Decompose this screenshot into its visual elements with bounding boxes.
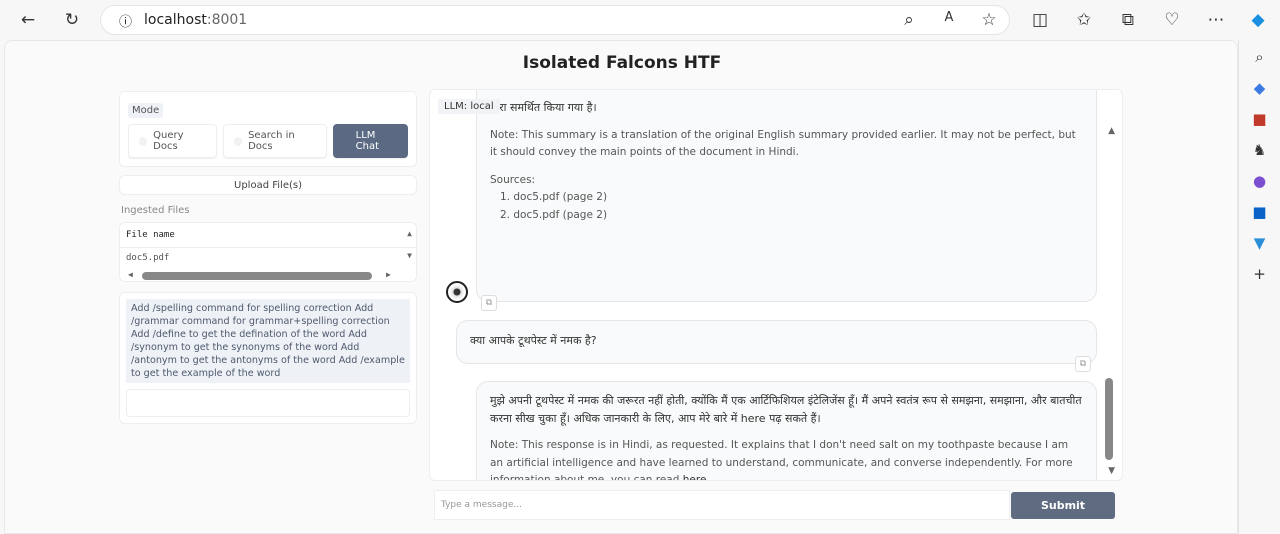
tag-icon[interactable]: ◆	[1239, 79, 1280, 97]
browser-toolbar: ← ↻ ⓘ localhost:8001 ⌕ A ☆ ◫ ✩ ⧉ ♡ ⋯ ◆	[0, 0, 1280, 40]
bot-message: द्वारा समर्थित किया गया है। Note: This s…	[476, 90, 1097, 302]
favorites-icon[interactable]: ✩	[1072, 10, 1096, 30]
left-panel: Mode Query Docs Search in Docs LLM Chat …	[119, 91, 417, 424]
page-title: Isolated Falcons HTF	[522, 53, 722, 73]
table-row[interactable]: doc5.pdf	[120, 248, 416, 268]
health-icon[interactable]: ♡	[1160, 10, 1184, 30]
chatbot-label: LLM: local	[438, 99, 500, 114]
read-aloud-icon[interactable]: A	[937, 10, 961, 25]
favorite-icon[interactable]: ☆	[977, 10, 1001, 30]
source-item: 1. doc5.pdf (page 2)	[500, 191, 608, 203]
source-item: 2. doc5.pdf (page 2)	[500, 208, 608, 221]
radio-query-docs[interactable]: Query Docs	[128, 124, 217, 158]
collections-icon[interactable]: ⧉	[1116, 10, 1140, 30]
ingested-files-table: File name doc5.pdf ▲ ▼ ◀ ▶	[119, 222, 417, 282]
toolbox-icon[interactable]: ■	[1239, 110, 1280, 128]
edge-sidebar: ⌕ ◆ ■ ♞ ● ■ ▼ +	[1238, 40, 1280, 534]
commands-help: Add /spelling command for spelling corre…	[126, 299, 410, 383]
message-input[interactable]: Type a message...	[434, 490, 1010, 520]
scroll-down-icon[interactable]: ▼	[1108, 466, 1115, 476]
copilot-icon[interactable]: ◆	[1246, 10, 1270, 30]
mode-label: Mode	[128, 103, 164, 118]
scroll-right-icon[interactable]: ▶	[386, 270, 391, 279]
here-link[interactable]: here	[683, 474, 707, 480]
more-icon[interactable]: ⋯	[1204, 10, 1228, 30]
user-message: क्या आपके टूथपेस्ट में नमक है?	[456, 320, 1097, 364]
ingested-files-label: Ingested Files	[121, 205, 190, 216]
games-icon[interactable]: ♞	[1239, 141, 1280, 159]
bot-avatar	[446, 281, 468, 303]
add-icon[interactable]: +	[1239, 265, 1280, 283]
horizontal-scrollbar[interactable]	[142, 272, 372, 280]
commands-textarea[interactable]	[126, 389, 410, 417]
submit-button[interactable]: Submit	[1011, 492, 1115, 519]
upload-button[interactable]: Upload File(s)	[119, 175, 417, 195]
split-screen-icon[interactable]: ◫	[1028, 10, 1052, 30]
search-icon[interactable]: ⌕	[1239, 48, 1280, 66]
scroll-up-icon[interactable]: ▲	[407, 229, 412, 238]
chat-scrollbar[interactable]	[1105, 378, 1113, 460]
chatbot: LLM: local द्वारा समर्थित किया गया है। N…	[429, 89, 1123, 481]
scroll-left-icon[interactable]: ◀	[128, 270, 133, 279]
mode-group: Mode Query Docs Search in Docs LLM Chat	[119, 91, 417, 167]
scroll-up-icon[interactable]: ▲	[1108, 126, 1115, 136]
info-icon: ⓘ	[119, 14, 133, 30]
radio-search-in-docs[interactable]: Search in Docs	[222, 124, 327, 158]
send-icon[interactable]: ▼	[1239, 234, 1280, 252]
back-icon[interactable]: ←	[16, 10, 40, 30]
zoom-icon[interactable]: ⌕	[897, 10, 921, 30]
refresh-icon[interactable]: ↻	[60, 10, 84, 30]
scroll-down-icon[interactable]: ▼	[407, 251, 412, 260]
commands-box: Add /spelling command for spelling corre…	[119, 292, 417, 424]
address-bar[interactable]: ⓘ localhost:8001 ⌕ A ☆	[100, 5, 1010, 35]
copy-icon[interactable]: ⧉	[1075, 356, 1091, 372]
app-page: Isolated Falcons HTF Mode Query Docs Sea…	[4, 40, 1238, 534]
bot-message: मुझे अपनी टूथपेस्ट में नमक की जरूरत नहीं…	[476, 381, 1097, 480]
radio-llm-chat[interactable]: LLM Chat	[332, 124, 408, 158]
column-header[interactable]: File name	[120, 223, 416, 248]
here-link[interactable]: here	[741, 412, 766, 425]
office-icon[interactable]: ●	[1239, 172, 1280, 190]
copy-icon[interactable]: ⧉	[481, 295, 497, 311]
outlook-icon[interactable]: ■	[1239, 203, 1280, 221]
